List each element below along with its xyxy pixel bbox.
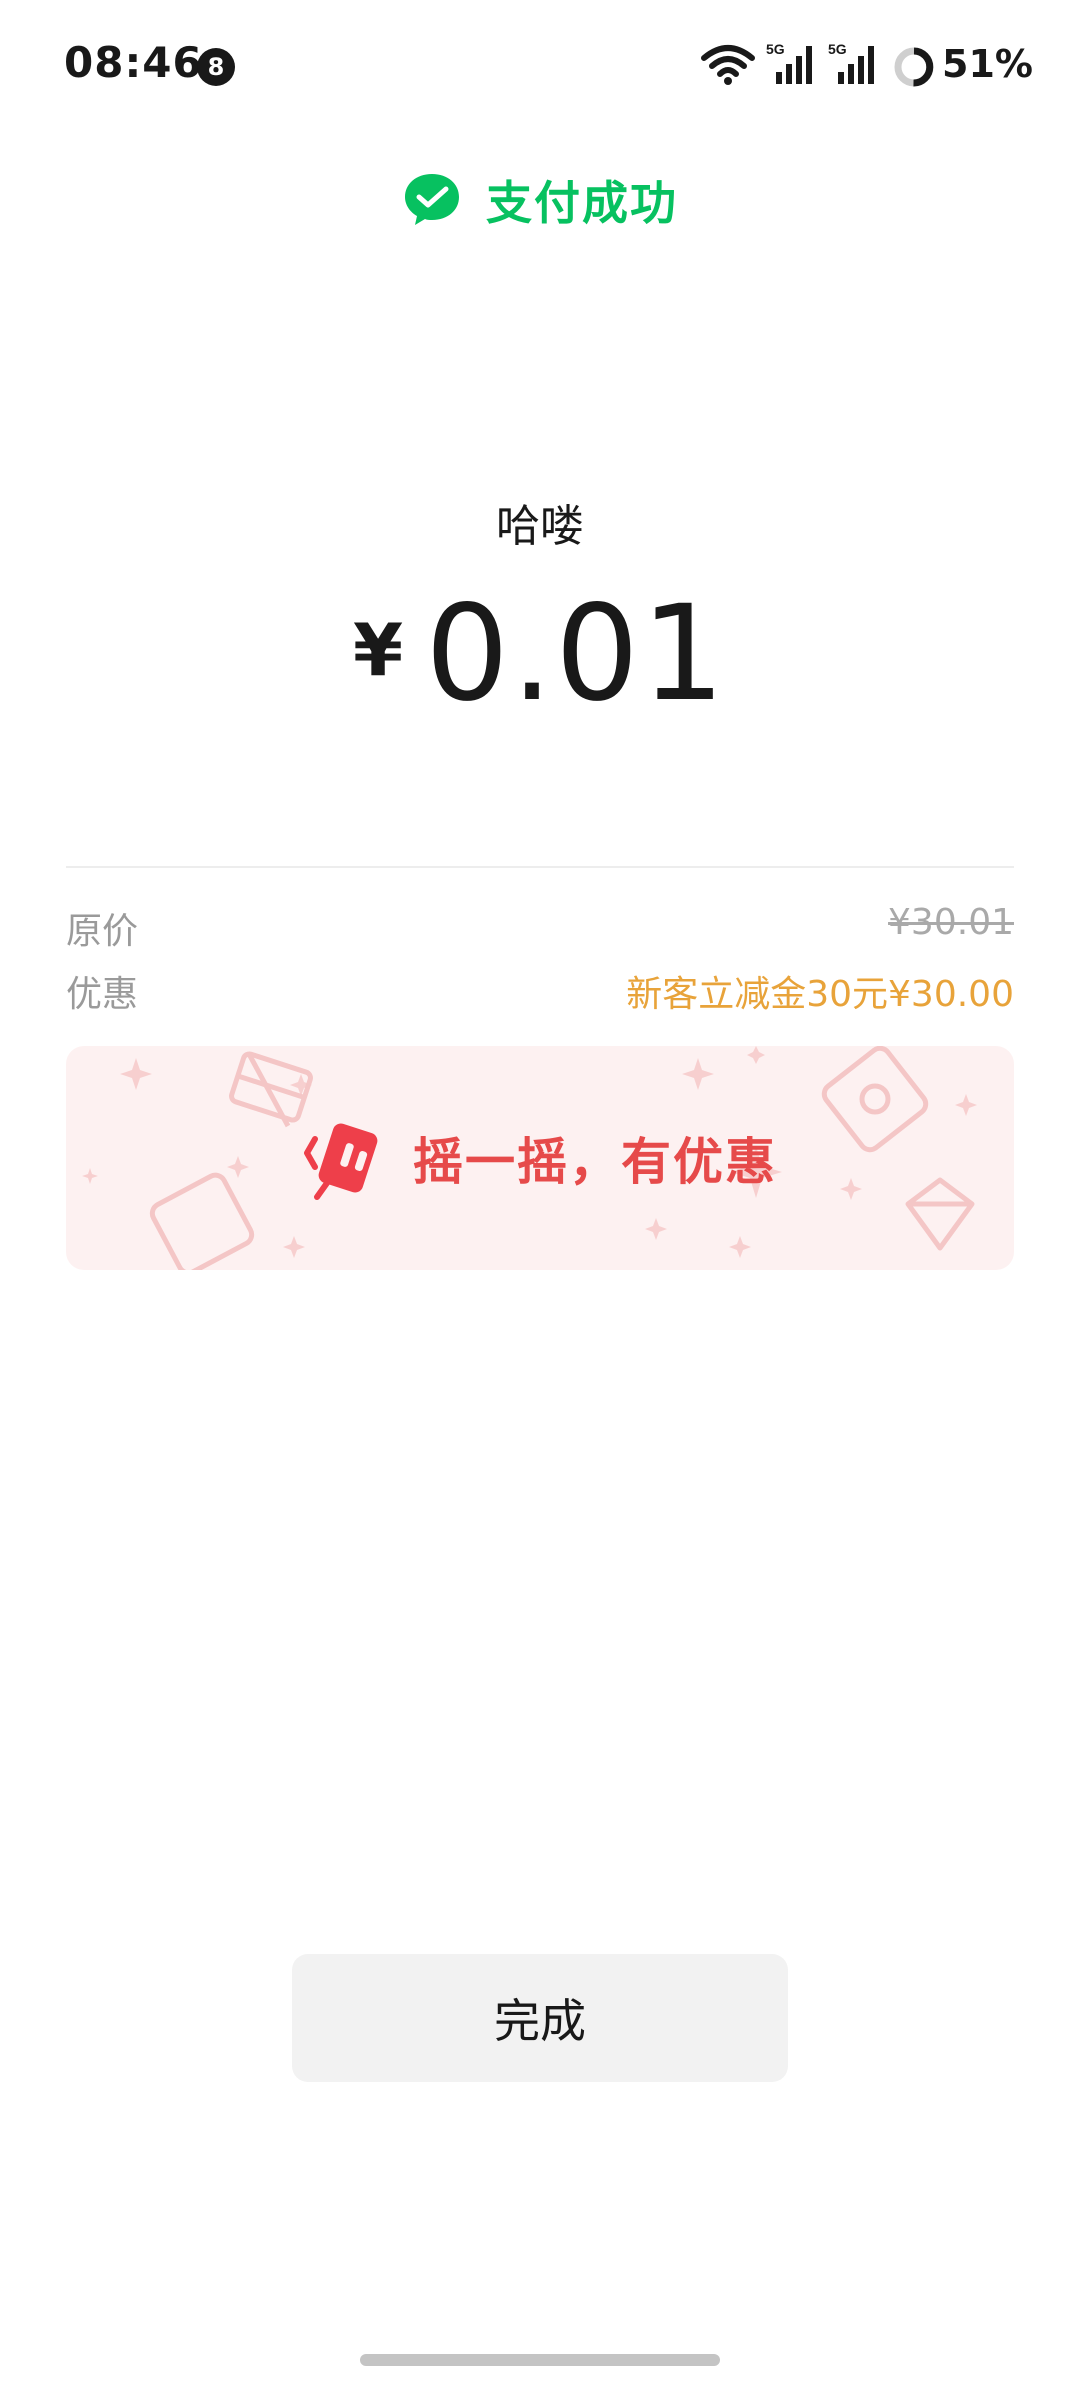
amount-value: 0.01 (425, 577, 727, 731)
original-price-value: ¥30.01 (888, 902, 1014, 943)
discount-row: 优惠 新客立减金30元¥30.00 (66, 965, 1014, 1015)
status-time: 08:46 (64, 38, 203, 87)
network-type-1: 5G (766, 41, 785, 57)
home-indicator[interactable] (360, 2354, 720, 2366)
banner-content: 摇一摇，有优惠 (66, 1046, 1014, 1270)
original-price-label: 原价 (66, 911, 139, 952)
wifi-icon (701, 45, 755, 85)
cellular-signal-icon: 5G (766, 41, 812, 84)
done-button[interactable]: 完成 (292, 1954, 788, 2082)
payment-success-header: 支付成功 (0, 165, 1080, 235)
currency-symbol: ¥ (352, 608, 404, 692)
discount-value: 新客立减金30元¥30.00 (626, 974, 1014, 1015)
divider (66, 866, 1014, 868)
original-price-row: 原价 ¥30.01 (66, 902, 1014, 952)
notification-badge: 8 (197, 48, 235, 86)
status-bar: 08:46 8 5G 5G 51% (0, 0, 1080, 130)
success-title: 支付成功 (486, 176, 678, 230)
shake-phone-icon (304, 1123, 378, 1200)
discount-label: 优惠 (66, 974, 139, 1015)
battery-level: 51% (942, 42, 1033, 86)
shake-label: 摇一摇，有优惠 (413, 1133, 777, 1191)
network-type-2: 5G (828, 41, 847, 57)
merchant-name: 哈喽 (496, 501, 584, 552)
battery-icon (894, 47, 934, 87)
cellular-signal-icon: 5G (828, 41, 874, 84)
wechat-pay-icon (405, 174, 459, 225)
shake-for-offers-banner[interactable]: 摇一摇，有优惠 (66, 1046, 1014, 1270)
payment-amount: ¥ 0.01 (0, 588, 1080, 720)
